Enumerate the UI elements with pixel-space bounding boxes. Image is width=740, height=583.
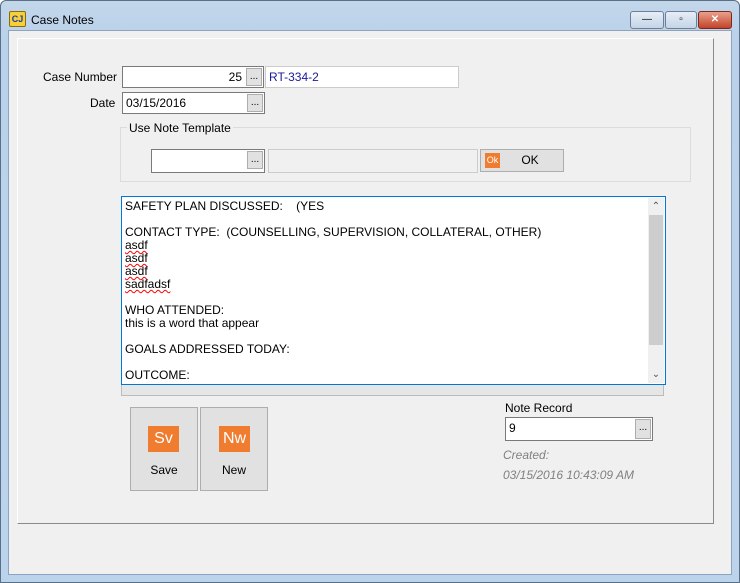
note-line: CONTACT TYPE: (COUNSELLING, SUPERVISION,… <box>125 225 542 239</box>
note-line: sadfadsf <box>125 277 171 291</box>
horizontal-bar <box>121 385 664 396</box>
template-description-field <box>268 149 478 173</box>
note-record-value: 9 <box>509 421 516 435</box>
scroll-down-icon[interactable]: ⌄ <box>648 368 664 381</box>
case-number-value: 25 <box>228 70 242 84</box>
new-button[interactable]: Nw New <box>200 407 268 491</box>
scroll-thumb[interactable] <box>649 215 663 345</box>
ok-label: OK <box>521 153 539 167</box>
case-number-input[interactable]: 25... <box>122 66 264 88</box>
scroll-up-icon[interactable]: ⌃ <box>648 200 664 213</box>
new-icon: Nw <box>219 426 250 452</box>
case-code-field: RT-334-2 <box>265 66 459 88</box>
window-title: Case Notes <box>31 13 94 27</box>
template-browse-button[interactable]: ... <box>247 151 263 169</box>
date-input[interactable]: 03/15/2016... <box>122 92 265 114</box>
maximize-button[interactable]: ▫ <box>665 11 697 29</box>
ok-icon: Ok <box>485 153 500 168</box>
date-label: Date <box>90 96 116 110</box>
date-value: 03/15/2016 <box>126 96 187 110</box>
new-label: New <box>221 463 246 477</box>
save-label: Save <box>150 463 178 477</box>
note-line: OUTCOME: <box>125 368 190 382</box>
app-icon: CJ <box>9 11 26 27</box>
note-record-label: Note Record <box>505 401 573 415</box>
note-template-label: Use Note Template <box>127 121 233 135</box>
notes-textarea[interactable]: SAFETY PLAN DISCUSSED: (YES CONTACT TYPE:… <box>121 196 666 385</box>
note-line: this is a word that appear <box>125 316 260 330</box>
note-line: SAFETY PLAN DISCUSSED: (YES <box>125 199 325 213</box>
minimize-button[interactable]: — <box>630 11 664 29</box>
created-label: Created: <box>503 448 550 462</box>
note-record-input[interactable]: 9... <box>505 417 653 441</box>
note-line: GOALS ADDRESSED TODAY: <box>125 342 290 356</box>
save-button[interactable]: Sv Save <box>130 407 198 491</box>
notes-scrollbar[interactable]: ⌃ ⌄ <box>648 198 664 383</box>
note-record-browse-button[interactable]: ... <box>635 419 651 439</box>
save-icon: Sv <box>148 426 179 452</box>
case-number-label: Case Number <box>43 70 118 84</box>
case-number-browse-button[interactable]: ... <box>246 68 262 86</box>
ok-button[interactable]: Ok OK <box>480 149 564 172</box>
date-picker-button[interactable]: ... <box>247 94 263 112</box>
created-timestamp: 03/15/2016 10:43:09 AM <box>503 468 634 482</box>
note-line <box>125 356 665 369</box>
close-button[interactable]: ✕ <box>698 11 732 29</box>
template-input[interactable]: ... <box>151 149 265 173</box>
